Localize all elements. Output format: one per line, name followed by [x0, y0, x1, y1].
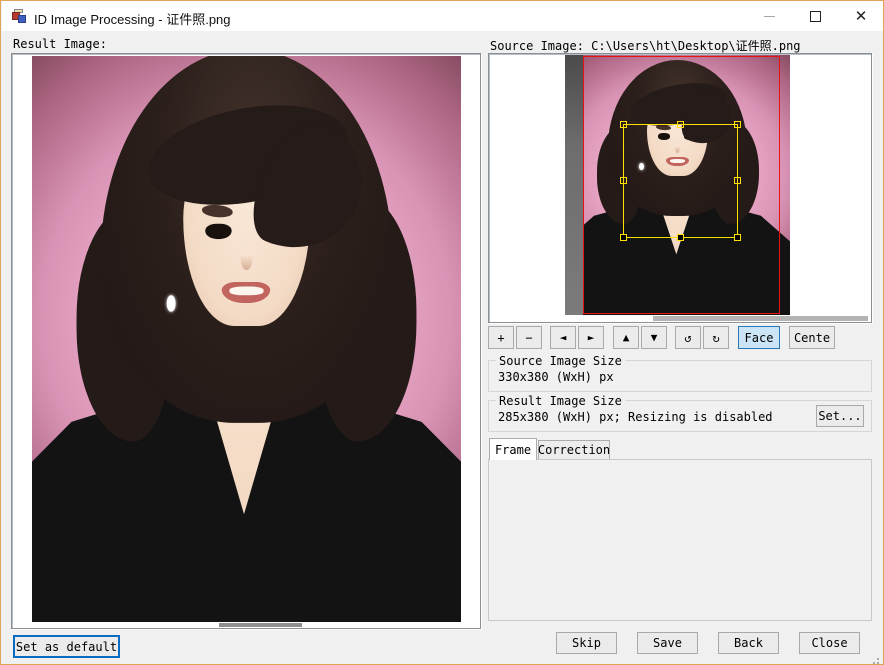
- close-button[interactable]: ✕: [838, 1, 884, 31]
- result-image-panel: [11, 53, 481, 629]
- source-image-panel: [488, 53, 872, 323]
- set-as-default-label: Set as default: [16, 640, 117, 654]
- source-size-value: 330x380 (WxH) px: [498, 370, 614, 384]
- tab-correction-label: Correction: [538, 443, 610, 457]
- result-horizontal-scrollbar[interactable]: [219, 623, 302, 627]
- crop-handle-bottom-right[interactable]: [734, 234, 741, 241]
- close-dialog-label: Close: [811, 636, 847, 650]
- minimize-button[interactable]: [746, 1, 792, 31]
- frame-tab-panel: [488, 459, 872, 621]
- minimize-icon: [764, 16, 775, 17]
- set-size-button-label: Set...: [818, 409, 861, 423]
- crop-handle-bottom-left[interactable]: [620, 234, 627, 241]
- result-size-title: Result Image Size: [496, 394, 625, 408]
- close-dialog-button[interactable]: Close: [799, 632, 860, 654]
- back-button-label: Back: [734, 636, 763, 650]
- move-left-button[interactable]: ◄: [550, 326, 576, 349]
- app-window: ID Image Processing - 证件照.png ✕ Result I…: [0, 0, 884, 665]
- titlebar: ID Image Processing - 证件照.png ✕: [2, 1, 884, 31]
- rotate-ccw-button[interactable]: ↺: [675, 326, 701, 349]
- crop-handle-mid-right[interactable]: [734, 177, 741, 184]
- tab-correction[interactable]: Correction: [538, 440, 610, 460]
- resize-grip-icon[interactable]: [877, 658, 879, 660]
- rotate-cw-button[interactable]: ↻: [703, 326, 729, 349]
- crop-handle-bottom-center[interactable]: [677, 234, 684, 241]
- source-image-label: Source Image: C:\Users\ht\Desktop\证件照.pn…: [490, 37, 801, 54]
- crop-frame[interactable]: [623, 124, 738, 238]
- maximize-icon: [810, 11, 821, 22]
- minus-icon: −: [525, 331, 532, 345]
- crop-handle-top-center[interactable]: [677, 121, 684, 128]
- back-button[interactable]: Back: [718, 632, 779, 654]
- result-image-photo: [32, 56, 461, 622]
- source-horizontal-scrollbar[interactable]: [653, 316, 868, 321]
- skip-button[interactable]: Skip: [556, 632, 617, 654]
- save-button-label: Save: [653, 636, 682, 650]
- plus-icon: +: [497, 331, 504, 345]
- result-image-label: Result Image:: [13, 37, 107, 51]
- rotate-cw-icon: ↻: [712, 331, 719, 345]
- zoom-in-button[interactable]: +: [488, 326, 514, 349]
- portrait-result: [32, 56, 461, 622]
- crop-handle-top-left[interactable]: [620, 121, 627, 128]
- rotate-ccw-icon: ↺: [684, 331, 691, 345]
- move-up-button[interactable]: ▲: [613, 326, 639, 349]
- close-icon: ✕: [855, 9, 868, 24]
- move-down-button[interactable]: ▼: [641, 326, 667, 349]
- source-size-title: Source Image Size: [496, 354, 625, 368]
- app-icon: [12, 9, 27, 23]
- window-title: ID Image Processing - 证件照.png: [34, 9, 231, 28]
- tab-frame-label: Frame: [495, 443, 531, 457]
- arrow-up-icon: ▲: [623, 332, 630, 343]
- result-size-value: 285x380 (WxH) px; Resizing is disabled: [498, 410, 773, 424]
- tab-frame[interactable]: Frame: [489, 438, 537, 460]
- face-button[interactable]: Face: [738, 326, 780, 349]
- set-as-default-button[interactable]: Set as default: [13, 635, 120, 658]
- skip-button-label: Skip: [572, 636, 601, 650]
- crop-handle-mid-left[interactable]: [620, 177, 627, 184]
- save-button[interactable]: Save: [637, 632, 698, 654]
- center-button-label: Cente: [794, 331, 830, 345]
- crop-handle-top-right[interactable]: [734, 121, 741, 128]
- arrow-left-icon: ◄: [560, 332, 567, 343]
- face-button-label: Face: [745, 331, 774, 345]
- arrow-right-icon: ►: [588, 332, 595, 343]
- source-image-margin: [565, 55, 583, 315]
- zoom-out-button[interactable]: −: [516, 326, 542, 349]
- move-right-button[interactable]: ►: [578, 326, 604, 349]
- source-image-photo: [565, 55, 790, 315]
- arrow-down-icon: ▼: [651, 332, 658, 343]
- set-size-button[interactable]: Set...: [816, 405, 864, 427]
- center-button[interactable]: Cente: [789, 326, 835, 349]
- maximize-button[interactable]: [792, 1, 838, 31]
